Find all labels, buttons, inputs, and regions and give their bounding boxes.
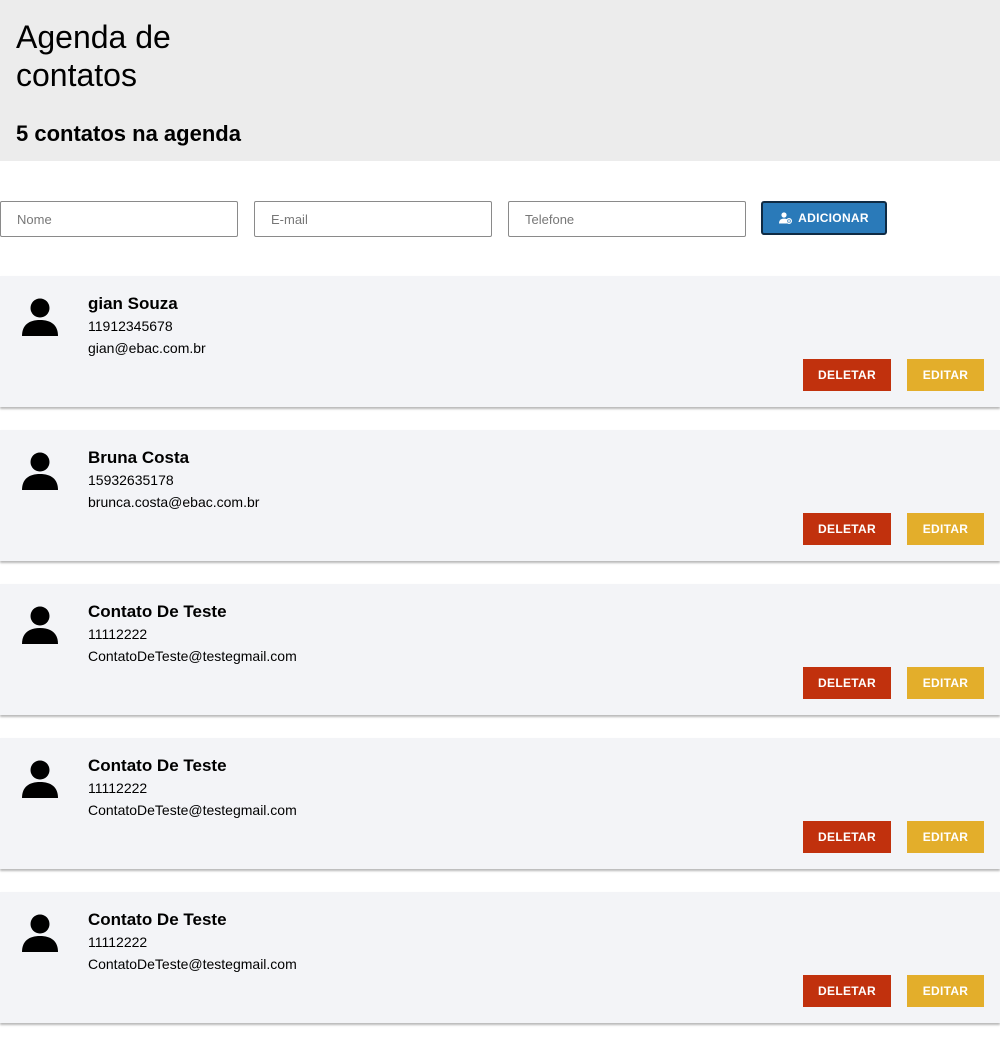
delete-button[interactable]: DELETAR bbox=[803, 821, 891, 853]
contact-card: gian Souza 11912345678 gian@ebac.com.br … bbox=[0, 276, 1000, 407]
person-icon bbox=[22, 298, 58, 336]
edit-button[interactable]: EDITAR bbox=[907, 821, 984, 853]
email-input[interactable] bbox=[254, 201, 492, 237]
contact-phone: 15932635178 bbox=[88, 472, 174, 488]
contact-email: gian@ebac.com.br bbox=[88, 340, 206, 356]
add-button-label: ADICIONAR bbox=[798, 211, 869, 225]
add-user-icon bbox=[779, 212, 793, 224]
contact-name: Bruna Costa bbox=[88, 448, 190, 467]
edit-button[interactable]: EDITAR bbox=[907, 513, 984, 545]
person-icon bbox=[22, 914, 58, 952]
edit-button[interactable]: EDITAR bbox=[907, 359, 984, 391]
contacts-count: 5 contatos na agenda bbox=[16, 121, 241, 146]
contact-list: gian Souza 11912345678 gian@ebac.com.br … bbox=[0, 276, 1000, 1023]
edit-button[interactable]: EDITAR bbox=[907, 667, 984, 699]
person-icon bbox=[22, 606, 58, 644]
contact-card: Bruna Costa 15932635178 brunca.costa@eba… bbox=[0, 430, 1000, 561]
contact-email: ContatoDeTeste@testegmail.com bbox=[88, 648, 297, 664]
contact-name: gian Souza bbox=[88, 294, 178, 313]
contact-email: ContatoDeTeste@testegmail.com bbox=[88, 802, 297, 818]
delete-button[interactable]: DELETAR bbox=[803, 667, 891, 699]
phone-input[interactable] bbox=[508, 201, 746, 237]
contact-phone: 11112222 bbox=[88, 934, 148, 950]
page-header: Agenda de contatos 5 contatos na agenda bbox=[0, 0, 1000, 161]
contact-name: Contato De Teste bbox=[88, 756, 227, 775]
contact-card: Contato De Teste 11112222 ContatoDeTeste… bbox=[0, 738, 1000, 869]
person-icon bbox=[22, 452, 58, 490]
contact-email: brunca.costa@ebac.com.br bbox=[88, 494, 260, 510]
person-icon bbox=[22, 760, 58, 798]
contact-name: Contato De Teste bbox=[88, 910, 227, 929]
contact-card: Contato De Teste 11112222 ContatoDeTeste… bbox=[0, 584, 1000, 715]
edit-button[interactable]: EDITAR bbox=[907, 975, 984, 1007]
contact-email: ContatoDeTeste@testegmail.com bbox=[88, 956, 297, 972]
delete-button[interactable]: DELETAR bbox=[803, 975, 891, 1007]
name-input[interactable] bbox=[0, 201, 238, 237]
delete-button[interactable]: DELETAR bbox=[803, 513, 891, 545]
contact-card: Contato De Teste 11112222 ContatoDeTeste… bbox=[0, 892, 1000, 1023]
contact-name: Contato De Teste bbox=[88, 602, 227, 621]
add-contact-form: ADICIONAR bbox=[0, 161, 1000, 276]
contact-phone: 11112222 bbox=[88, 626, 148, 642]
add-contact-button[interactable]: ADICIONAR bbox=[761, 201, 887, 235]
app-title: Agenda de contatos bbox=[16, 19, 171, 93]
contact-phone: 11912345678 bbox=[88, 318, 173, 334]
contact-phone: 11112222 bbox=[88, 780, 148, 796]
delete-button[interactable]: DELETAR bbox=[803, 359, 891, 391]
